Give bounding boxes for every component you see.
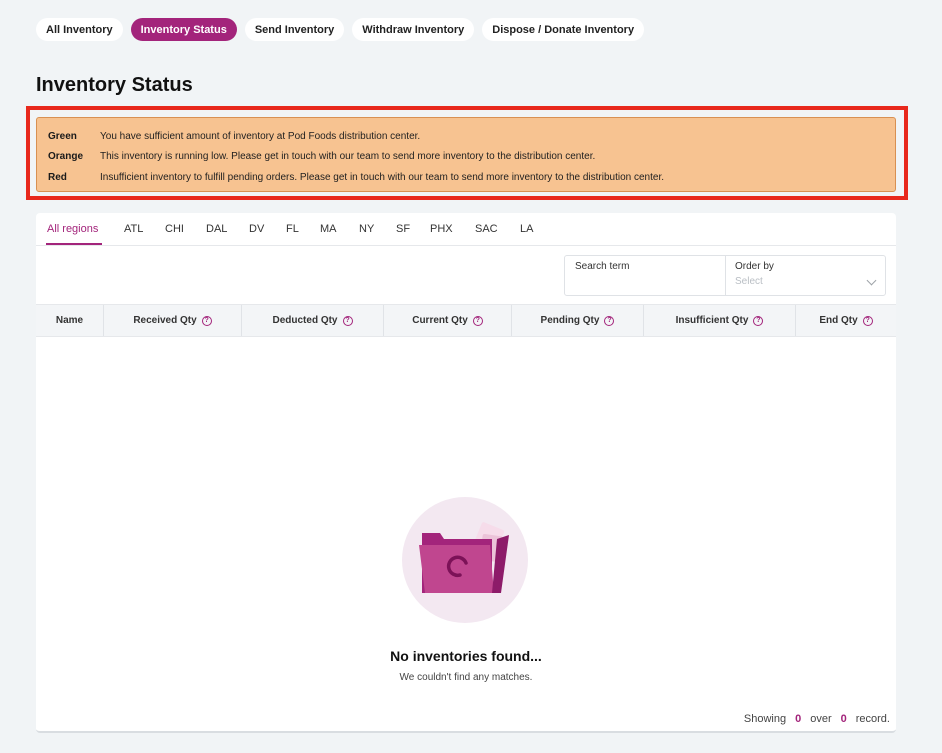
folder-icon	[419, 522, 509, 593]
region-tab-chi[interactable]: CHI	[165, 223, 184, 235]
region-tab-all[interactable]: All regions	[47, 223, 98, 235]
region-tab-phx[interactable]: PHX	[430, 223, 453, 235]
legend-row-red: Red Insufficient inventory to fulfill pe…	[48, 167, 895, 188]
column-current-qty[interactable]: Current Qty ?	[384, 305, 512, 336]
region-tab-dal[interactable]: DAL	[206, 223, 227, 235]
legend-row-orange: Orange This inventory is running low. Pl…	[48, 147, 895, 168]
region-tab-la[interactable]: LA	[520, 223, 533, 235]
tab-withdraw-inventory[interactable]: Withdraw Inventory	[352, 18, 475, 41]
column-label: Insufficient Qty	[675, 315, 749, 326]
column-insufficient-qty[interactable]: Insufficient Qty ?	[644, 305, 796, 336]
empty-state-illustration	[402, 497, 528, 623]
chevron-down-icon[interactable]	[866, 275, 877, 286]
empty-state-title: No inventories found...	[390, 648, 542, 664]
empty-state-subtitle: We couldn't find any matches.	[399, 672, 533, 683]
total-count: 0	[840, 713, 847, 725]
question-circle-icon[interactable]: ?	[201, 315, 212, 326]
region-tab-sf[interactable]: SF	[396, 223, 410, 235]
filter-divider	[725, 256, 726, 295]
region-tab-ny[interactable]: NY	[359, 223, 374, 235]
filter-bar: Search term Order by Select	[564, 255, 886, 296]
column-label: Received Qty	[133, 315, 197, 326]
region-tab-atl[interactable]: ATL	[124, 223, 143, 235]
column-label: End Qty	[819, 315, 858, 326]
legend-key: Green	[48, 130, 77, 142]
question-circle-icon[interactable]: ?	[342, 315, 353, 326]
legend-description: This inventory is running low. Please ge…	[100, 151, 596, 163]
legend-key: Red	[48, 171, 67, 183]
status-legend: Green You have sufficient amount of inve…	[36, 117, 896, 192]
tab-inventory-status[interactable]: Inventory Status	[130, 18, 237, 41]
record-count: Showing 0 over 0 record.	[744, 713, 890, 725]
tab-dispose-donate-inventory[interactable]: Dispose / Donate Inventory	[482, 18, 645, 41]
column-name[interactable]: Name	[36, 305, 104, 336]
question-circle-icon[interactable]: ?	[604, 315, 615, 326]
showing-label: Showing	[743, 713, 787, 725]
column-label: Current Qty	[412, 315, 468, 326]
page-title: Inventory Status	[36, 74, 193, 96]
order-by-label: Order by	[735, 261, 774, 272]
region-tabs: All regions ATL CHI DAL DV FL MA NY SF P…	[36, 213, 896, 246]
legend-description: You have sufficient amount of inventory …	[100, 130, 421, 142]
table-header: Name Received Qty ? Deducted Qty ? Curre…	[36, 304, 896, 337]
region-tab-ma[interactable]: MA	[320, 223, 337, 235]
shown-count: 0	[795, 713, 802, 725]
region-tab-fl[interactable]: FL	[286, 223, 299, 235]
question-circle-icon[interactable]: ?	[753, 315, 764, 326]
column-label: Pending Qty	[540, 315, 600, 326]
active-tab-indicator	[46, 243, 102, 245]
legend-description: Insufficient inventory to fulfill pendin…	[100, 171, 665, 183]
region-tab-dv[interactable]: DV	[249, 223, 264, 235]
column-deducted-qty[interactable]: Deducted Qty ?	[242, 305, 384, 336]
column-label: Deducted Qty	[272, 315, 338, 326]
question-circle-icon[interactable]: ?	[862, 315, 873, 326]
record-label: record.	[855, 713, 890, 725]
inventory-nav: All Inventory Inventory Status Send Inve…	[36, 18, 645, 41]
search-label: Search term	[575, 261, 630, 272]
tab-all-inventory[interactable]: All Inventory	[36, 18, 123, 41]
column-end-qty[interactable]: End Qty ?	[796, 305, 896, 336]
search-input[interactable]	[574, 277, 719, 291]
legend-key: Orange	[48, 151, 84, 163]
legend-row-green: Green You have sufficient amount of inve…	[48, 126, 895, 147]
column-received-qty[interactable]: Received Qty ?	[104, 305, 242, 336]
tab-send-inventory[interactable]: Send Inventory	[244, 18, 345, 41]
inventory-card: All regions ATL CHI DAL DV FL MA NY SF P…	[36, 213, 896, 733]
order-by-select[interactable]: Select	[735, 276, 763, 287]
column-label: Name	[55, 315, 84, 326]
over-label: over	[810, 713, 832, 725]
column-pending-qty[interactable]: Pending Qty ?	[512, 305, 644, 336]
question-circle-icon[interactable]: ?	[472, 315, 483, 326]
region-tab-sac[interactable]: SAC	[475, 223, 498, 235]
